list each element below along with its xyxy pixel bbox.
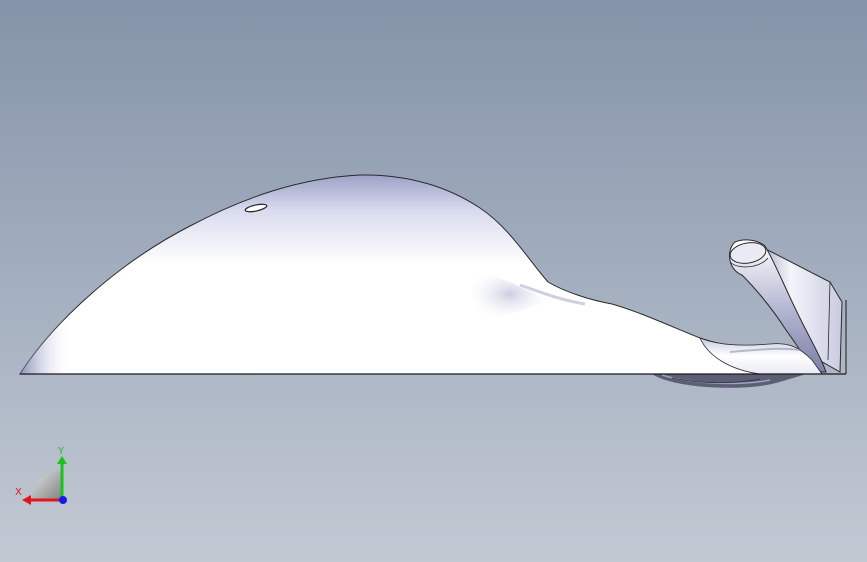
y-axis-label: Y [57, 446, 65, 457]
underbody-fairing [652, 374, 806, 388]
tail-section[interactable] [699, 239, 843, 375]
model-view[interactable] [0, 0, 867, 562]
coordinate-triad: Y X [15, 446, 67, 505]
x-axis-label: X [15, 487, 22, 498]
main-dome[interactable] [19, 174, 823, 375]
graphics-viewport[interactable]: Y X [0, 0, 867, 562]
